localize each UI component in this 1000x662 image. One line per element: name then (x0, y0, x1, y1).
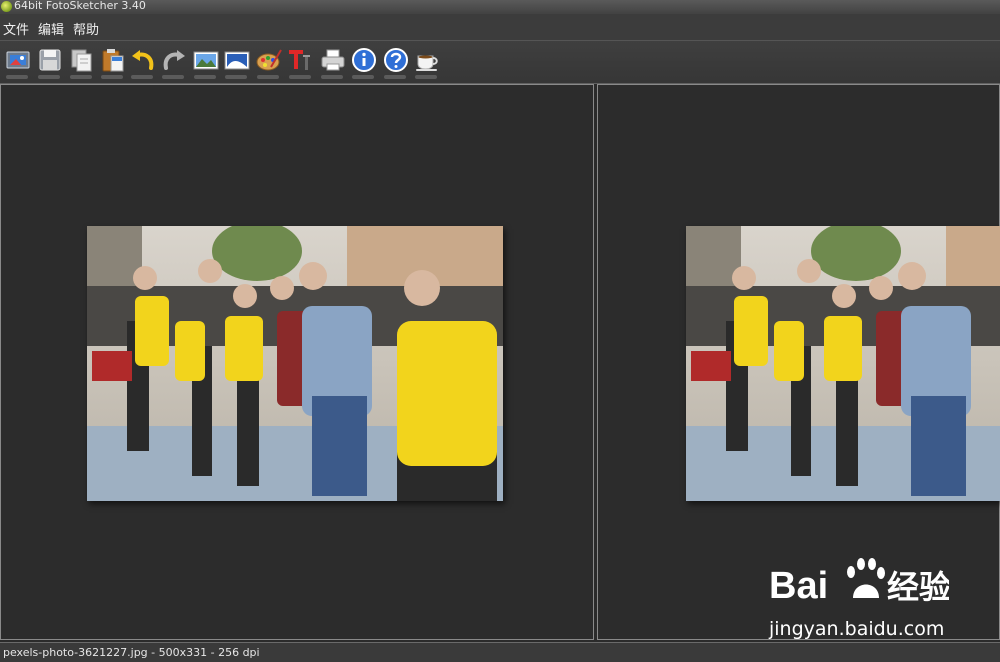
toolbar (0, 41, 1000, 84)
copy-icon (71, 49, 92, 72)
original-image-icon (193, 51, 219, 70)
help-icon (384, 48, 408, 72)
baidu-logo-text-right: 经验 (887, 568, 949, 606)
sketch-photo-svg (686, 226, 1000, 501)
redo-button[interactable] (159, 44, 187, 80)
paste-icon (102, 49, 124, 72)
menu-edit[interactable]: 编辑 (38, 19, 64, 38)
original-photo-svg (87, 226, 503, 501)
donate-coffee-button[interactable] (412, 44, 440, 80)
paste-button[interactable] (98, 44, 126, 80)
text-icon (289, 50, 310, 70)
print-button[interactable] (318, 44, 346, 80)
original-image-button[interactable] (191, 44, 219, 80)
save-icon (39, 49, 61, 71)
sketch-photo (686, 226, 1000, 501)
baidu-logo: Bai 经验 (769, 558, 949, 606)
open-image-button[interactable] (3, 44, 31, 80)
menu-help[interactable]: 帮助 (73, 19, 99, 38)
copy-button[interactable] (67, 44, 95, 80)
baidu-logo-text-left: Bai (769, 565, 828, 606)
redo-icon (163, 50, 185, 70)
palette-icon (256, 49, 282, 71)
menu-bar: 文件 编辑 帮助 (0, 14, 1000, 41)
sketch-image-button[interactable] (222, 44, 250, 80)
save-button[interactable] (35, 44, 63, 80)
title-bar: 64bit FotoSketcher 3.40 (0, 0, 1000, 14)
window-title: 64bit FotoSketcher 3.40 (14, 0, 146, 12)
open-image-icon (6, 51, 30, 69)
palette-button[interactable] (254, 44, 282, 80)
watermark-url: jingyan.baidu.com (769, 618, 945, 640)
status-bar: pexels-photo-3621227.jpg - 500x331 - 256… (0, 642, 1000, 662)
app-icon (1, 1, 12, 12)
help-button[interactable] (381, 44, 409, 80)
status-file-info: pexels-photo-3621227.jpg - 500x331 - 256… (3, 646, 260, 659)
menu-file[interactable]: 文件 (3, 19, 29, 38)
text-button[interactable] (286, 44, 314, 80)
undo-icon (132, 50, 154, 70)
coffee-icon (416, 55, 438, 71)
sketch-image-icon (224, 51, 250, 70)
info-button[interactable] (349, 44, 377, 80)
info-icon (352, 48, 376, 72)
original-photo (87, 226, 503, 501)
sketch-preview-pane[interactable]: Bai 经验 jingyan.baidu.com (597, 84, 1000, 640)
print-icon (321, 49, 345, 71)
original-image-pane[interactable] (0, 84, 594, 640)
undo-button[interactable] (128, 44, 156, 80)
